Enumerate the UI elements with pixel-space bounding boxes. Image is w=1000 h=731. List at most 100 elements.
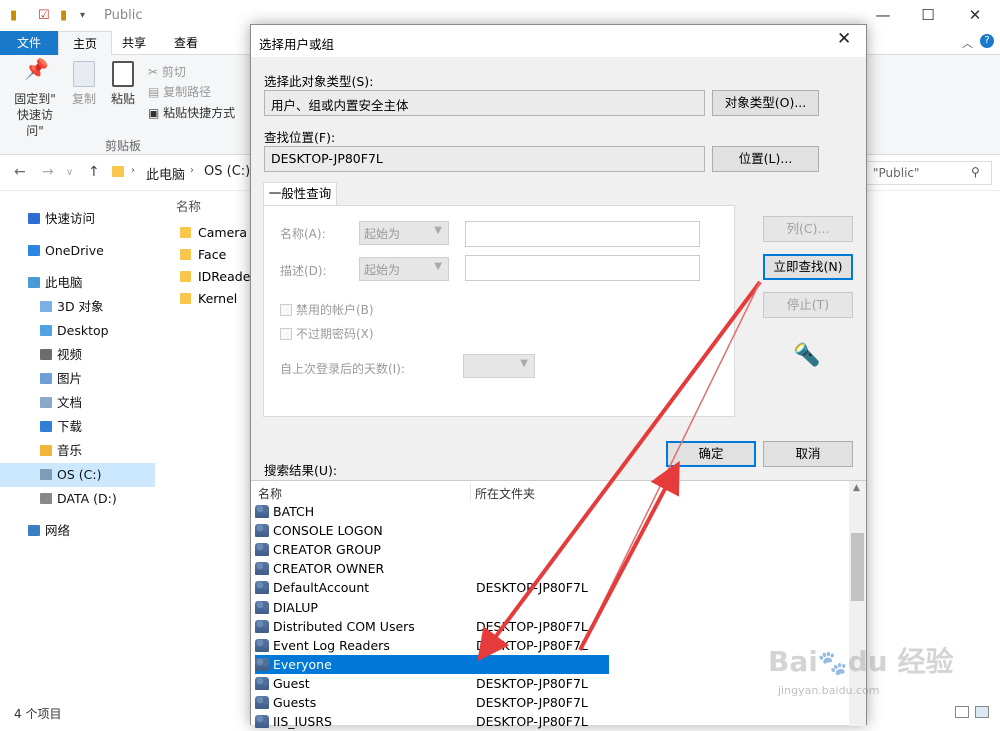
collapse-ribbon-icon[interactable]: ︿ (962, 35, 973, 51)
result-row[interactable]: CONSOLE LOGON (255, 521, 853, 540)
pin-quick-access-button[interactable]: 📌 固定到" 快速访问" (10, 59, 60, 139)
result-name: CREATOR OWNER (273, 561, 385, 577)
stop-button: 停止(T) (763, 292, 853, 318)
result-row[interactable]: Everyone (255, 654, 609, 674)
scroll-up-icon[interactable]: ▲ (853, 483, 860, 493)
object-type-label: 选择此对象类型(S): (264, 74, 374, 89)
nav-item[interactable]: OneDrive (0, 239, 155, 263)
result-row[interactable]: DIALUP (255, 598, 853, 617)
search-icon[interactable]: ⚲ (971, 165, 980, 179)
name-label: 名称(A): (280, 227, 326, 241)
result-name: Distributed COM Users (273, 618, 415, 634)
results-header-folder[interactable]: 所在文件夹 (475, 485, 535, 502)
user-group-icon (255, 562, 269, 576)
nav-item[interactable]: 视频 (0, 343, 155, 367)
result-row[interactable]: IIS_IUSRS DESKTOP-JP80F7L (255, 712, 853, 731)
forward-icon[interactable]: → (42, 164, 54, 180)
nav-item[interactable]: OS (C:) (0, 463, 155, 487)
locations-button[interactable]: 位置(L)... (712, 146, 819, 172)
result-row[interactable]: CREATOR GROUP (255, 540, 853, 559)
tab-file[interactable]: 文件 (0, 31, 58, 55)
copy-icon (73, 61, 95, 87)
tab-view[interactable]: 查看 (160, 31, 212, 55)
name-input[interactable] (465, 221, 700, 247)
nav-item-icon (40, 325, 52, 336)
paste-label: 粘贴 (110, 92, 135, 106)
find-now-button[interactable]: 立即查找(N) (763, 254, 853, 280)
pin-label-2: 快速访问" (16, 108, 53, 138)
nav-item[interactable]: 网络 (0, 519, 155, 543)
results-header-name[interactable]: 名称 (258, 485, 282, 502)
result-row[interactable]: Event Log Readers DESKTOP-JP80F7L (255, 636, 853, 655)
qa-dropdown-icon[interactable]: ▾ (80, 10, 85, 21)
paste-shortcut-label: 粘贴快捷方式 (163, 106, 236, 120)
nav-item[interactable]: DATA (D:) (0, 487, 155, 511)
user-group-icon (255, 657, 269, 671)
tab-home[interactable]: 主页 (58, 31, 113, 56)
result-name: Everyone (273, 656, 332, 672)
checkbox-icon (280, 304, 292, 316)
nav-item[interactable]: 此电脑 (0, 271, 155, 295)
breadcrumb-this-pc[interactable]: 此电脑 (146, 164, 185, 183)
folder-icon (180, 227, 191, 238)
details-view-icon[interactable] (955, 706, 969, 718)
large-icons-view-icon[interactable] (975, 706, 989, 718)
tab-share[interactable]: 共享 (108, 31, 160, 55)
file-item[interactable]: Kernel (180, 289, 237, 309)
cut-button[interactable]: ✂ 剪切 (148, 63, 186, 80)
copy-path-button[interactable]: ▤ 复制路径 (148, 83, 211, 100)
cancel-button[interactable]: 取消 (763, 441, 853, 467)
search-input[interactable]: "Public" ⚲ (860, 161, 992, 185)
user-group-icon (255, 715, 269, 729)
description-input[interactable] (465, 255, 700, 281)
scroll-thumb[interactable] (851, 533, 864, 601)
result-row[interactable]: Distributed COM Users DESKTOP-JP80F7L (255, 617, 853, 636)
nav-item[interactable]: 音乐 (0, 439, 155, 463)
minimize-icon[interactable]: — (873, 6, 893, 24)
tab-common-queries[interactable]: 一般性查询 (263, 182, 337, 206)
help-icon[interactable]: ? (980, 34, 994, 48)
new-folder-icon[interactable]: ▮ (60, 8, 67, 23)
result-row[interactable]: Guest DESKTOP-JP80F7L (255, 674, 853, 693)
file-name: Kernel (198, 291, 238, 306)
result-name: DIALUP (273, 599, 318, 615)
dialog-close-icon[interactable]: ✕ (837, 29, 851, 49)
paste-button[interactable]: 粘贴 (108, 61, 138, 107)
properties-icon[interactable]: ☑ (38, 8, 50, 23)
result-row[interactable]: CREATOR OWNER (255, 559, 853, 578)
nav-item-icon (40, 493, 52, 504)
result-name: Guests (273, 695, 317, 710)
nav-item[interactable]: 下载 (0, 415, 155, 439)
ok-button[interactable]: 确定 (666, 441, 756, 467)
name-match-select: 起始为 ▼ (359, 221, 449, 245)
nav-item[interactable]: 快速访问 (0, 207, 155, 231)
watermark-url: jingyan.baidu.com (778, 684, 880, 697)
file-item[interactable]: Camera (180, 223, 247, 243)
nav-item[interactable]: 图片 (0, 367, 155, 391)
recent-dropdown-icon[interactable]: ∨ (66, 167, 73, 178)
file-name: Face (198, 247, 227, 262)
dialog-titlebar: 选择用户或组 ✕ (251, 25, 866, 57)
paste-shortcut-button[interactable]: ▣ 粘贴快捷方式 (148, 104, 235, 121)
result-row[interactable]: Guests DESKTOP-JP80F7L (255, 693, 853, 712)
file-name: IDReader (198, 269, 256, 284)
close-icon[interactable]: ✕ (965, 6, 985, 24)
column-header-name[interactable]: 名称 (176, 196, 201, 215)
back-icon[interactable]: ← (14, 164, 26, 180)
nav-item-label: 3D 对象 (57, 299, 104, 314)
nav-item[interactable]: 3D 对象 (0, 295, 155, 319)
result-row[interactable]: BATCH (255, 502, 853, 521)
up-icon[interactable]: ↑ (88, 164, 100, 180)
copy-button[interactable]: 复制 (68, 61, 100, 107)
file-item[interactable]: IDReader (180, 267, 256, 287)
result-row[interactable]: DefaultAccount DESKTOP-JP80F7L (255, 578, 853, 597)
maximize-icon[interactable]: ☐ (918, 6, 938, 24)
nav-item[interactable]: Desktop (0, 319, 155, 343)
nav-item-label: 快速访问 (45, 211, 96, 226)
file-item[interactable]: Face (180, 245, 226, 265)
location-field: DESKTOP-JP80F7L (264, 146, 705, 172)
nav-item-label: OneDrive (45, 243, 104, 258)
nav-item[interactable]: 文档 (0, 391, 155, 415)
object-types-button[interactable]: 对象类型(O)... (712, 90, 819, 116)
breadcrumb-os-c[interactable]: OS (C:) (204, 164, 250, 179)
